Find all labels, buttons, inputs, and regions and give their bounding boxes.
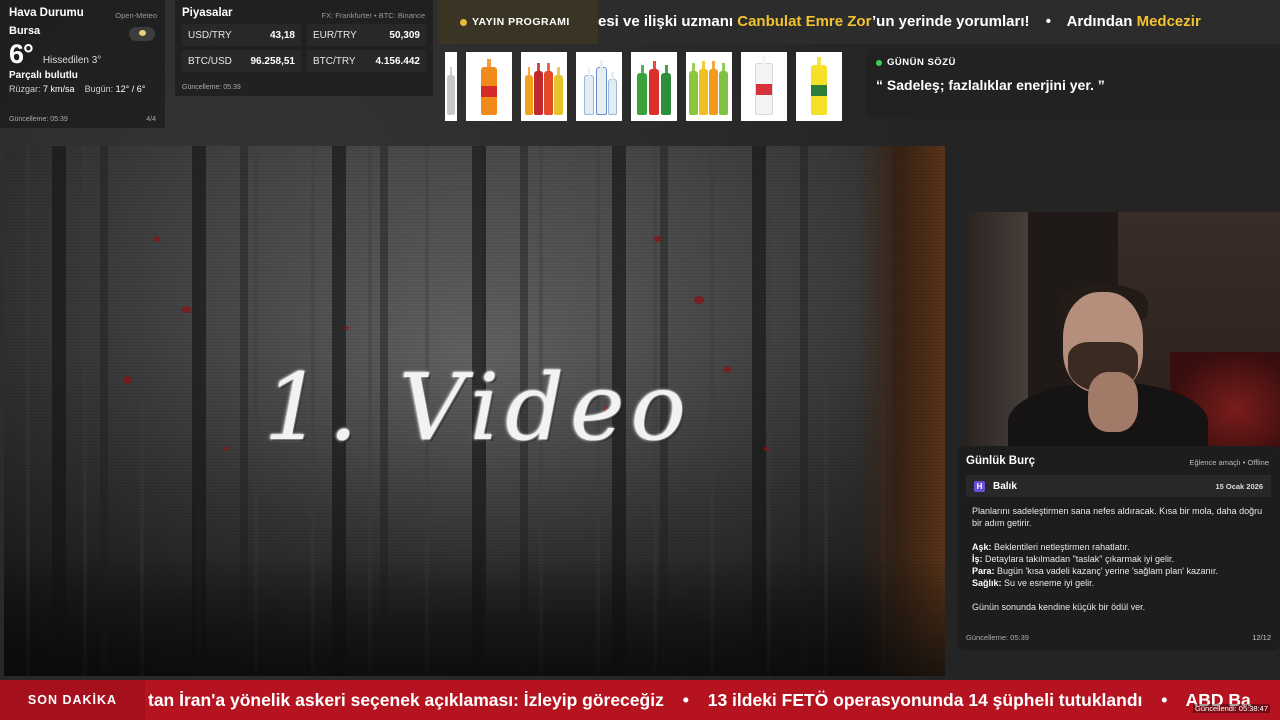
pisces-icon: H: [974, 480, 985, 492]
schedule-ticker: YAYIN PROGRAMI esi ve ilişki uzmanı Canb…: [438, 0, 1280, 44]
weather-source: Open-Meteo: [115, 11, 157, 20]
rate-pair: USD/TRY: [188, 29, 232, 41]
wind-label: Rüzgar:: [9, 84, 41, 94]
rate-pair: BTC/USD: [188, 55, 232, 67]
markets-updated: Güncelleme: 05:39: [182, 84, 241, 91]
rate-btc-try: BTC/TRY 4.156.442: [307, 50, 426, 72]
horoscope-body: Planlarını sadeleştirmen sana nefes aldı…: [966, 505, 1271, 613]
work-label: İş:: [972, 554, 983, 564]
schedule-badge: YAYIN PROGRAMI: [438, 0, 598, 44]
product-image-partial: [445, 52, 457, 121]
ticker-separator: •: [1045, 13, 1051, 30]
quote-text: “ Sadeleş; fazlalıklar enerjini yer. ”: [876, 77, 1105, 93]
markets-widget: Piyasalar FX: Frankfurter • BTC: Binance…: [175, 0, 433, 96]
weather-feels-like: Hissedilen 3°: [42, 55, 102, 66]
daily-quote-card: GÜNÜN SÖZÜ “ Sadeleş; fazlalıklar enerji…: [866, 48, 1280, 118]
money-label: Para:: [972, 566, 995, 576]
wind-value: 7 km/sa: [43, 84, 75, 94]
rate-pair: EUR/TRY: [313, 29, 357, 41]
mixed-soda-bottles: [521, 52, 567, 121]
video-title-overlay: 1. Video: [264, 354, 692, 461]
health-label: Sağlık:: [972, 578, 1002, 588]
ticker-segment: Ardından: [1066, 13, 1137, 30]
breaking-news-ticker: SON DAKİKA tan İran'a yönelik askeri seç…: [0, 680, 1280, 720]
ticker-updated: Güncellendi: 05:38:47: [1193, 704, 1270, 713]
horoscope-widget: Günlük Burç Eğlence amaçlı • Offline H B…: [957, 446, 1280, 650]
today-value: 12° / 6°: [115, 84, 146, 94]
green-soda-bottles: [631, 52, 677, 121]
weather-details: Rüzgar: 7 km/sa Bugün: 12° / 6°: [9, 84, 156, 94]
horoscope-meta: Eğlence amaçlı • Offline: [1189, 458, 1269, 467]
ticker-segment: esi ve ilişki uzmanı: [598, 13, 738, 30]
schedule-ticker-text: esi ve ilişki uzmanı Canbulat Emre Zor’u…: [598, 0, 1201, 44]
fruit-soda-bottles: [686, 52, 732, 121]
rate-value: 43,18: [269, 29, 295, 41]
weather-temperature: 6°: [9, 39, 34, 69]
breaking-news-badge: SON DAKİKA: [0, 680, 145, 720]
health-text: Su ve esneme iyi gelir.: [1004, 578, 1095, 588]
horoscope-sign: Balık: [993, 480, 1017, 492]
rate-eur-try: EUR/TRY 50,309: [307, 24, 426, 46]
weather-condition: Parçalı bulutlu: [9, 70, 78, 81]
status-dot-icon: [876, 59, 882, 66]
horoscope-date: 15 Ocak 2026: [1215, 481, 1263, 491]
horoscope-intro: Planlarını sadeleştirmen sana nefes aldı…: [972, 506, 1263, 528]
news-separator: •: [682, 690, 689, 710]
love-text: Beklentileri netleştirmen rahatlatır.: [994, 542, 1130, 552]
rate-btc-usd: BTC/USD 96.258,51: [182, 50, 301, 72]
news-item: tan İran'a yönelik askeri seçenek açıkla…: [148, 690, 664, 710]
ticker-highlight: Medcezir: [1136, 13, 1201, 30]
horoscope-outro: Günün sonunda kendine küçük bir ödül ver…: [972, 602, 1146, 612]
live-dot-icon: [460, 18, 467, 26]
weather-updated: Güncelleme: 05:39: [9, 116, 68, 123]
weather-widget: Hava Durumu Open-Meteo Bursa 6° Hissedil…: [0, 0, 165, 128]
rate-value: 96.258,51: [250, 55, 296, 67]
rate-value: 50,309: [389, 29, 420, 41]
ticker-segment: ’un yerinde yorumları!: [871, 13, 1030, 30]
schedule-badge-label: YAYIN PROGRAMI: [472, 16, 570, 28]
sponsor-products-strip: [445, 52, 859, 122]
partly-cloudy-icon: [129, 27, 155, 41]
quote-title: GÜNÜN SÖZÜ: [887, 57, 956, 68]
rate-pair: BTC/TRY: [313, 55, 356, 67]
yellow-soda-bottle: [796, 52, 842, 121]
streamer-webcam: [968, 212, 1280, 448]
today-label: Bugün:: [84, 84, 114, 94]
ticker-highlight: Canbulat Emre Zor: [737, 13, 872, 30]
breaking-news-text: tan İran'a yönelik askeri seçenek açıkla…: [148, 680, 1251, 720]
water-bottles: [576, 52, 622, 121]
horoscope-page: 12/12: [1252, 633, 1271, 642]
news-item: 13 ildeki FETÖ operasyonunda 14 şüpheli …: [707, 690, 1143, 710]
news-separator: •: [1161, 690, 1168, 710]
work-text: Detaylara takılmadan "taslak" çıkarmak i…: [985, 554, 1174, 564]
main-video-player[interactable]: 1. Video: [4, 146, 945, 676]
rate-value: 4.156.442: [375, 55, 421, 67]
markets-source: FX: Frankfurter • BTC: Binance: [321, 11, 426, 20]
love-label: Aşk:: [972, 542, 992, 552]
clear-soda-bottle: [741, 52, 787, 121]
money-text: Bugün 'kısa vadeli kazanç' yerine 'sağla…: [997, 566, 1219, 576]
horoscope-sign-row: H Balık 15 Ocak 2026: [966, 475, 1271, 497]
orange-soda-bottle: [466, 52, 512, 121]
weather-page: 4/4: [146, 116, 156, 123]
horoscope-updated: Güncelleme: 05:39: [966, 633, 1029, 642]
rate-usd-try: USD/TRY 43,18: [182, 24, 301, 46]
